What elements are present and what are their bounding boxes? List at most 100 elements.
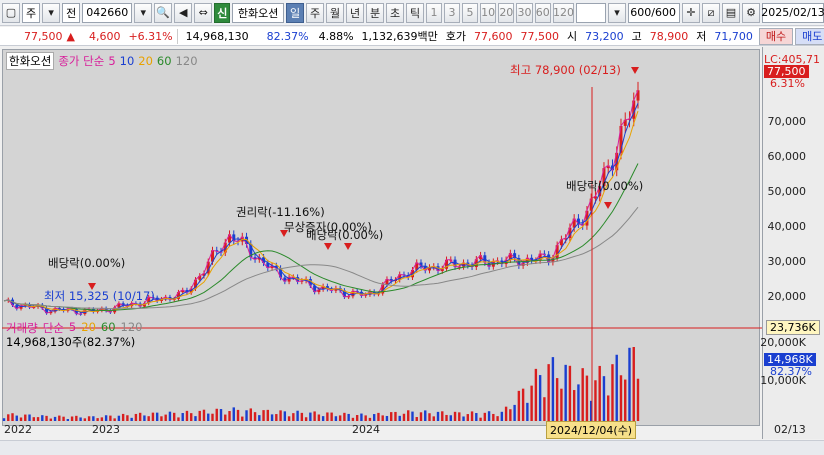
volume-bar (275, 414, 278, 421)
volume-bar (534, 368, 538, 421)
volume-bar (483, 412, 487, 421)
volume-bar (15, 415, 18, 421)
type-select[interactable]: 주 (22, 2, 41, 23)
volume-bar (572, 390, 576, 421)
volume-bar (385, 415, 389, 421)
volume-bar (32, 417, 35, 421)
period-tick-button[interactable]: 틱 (406, 2, 424, 23)
volume-bar (321, 416, 325, 421)
period-year-button[interactable]: 년 (346, 2, 364, 23)
volume-bar (121, 413, 125, 421)
scroll-bar[interactable] (0, 440, 824, 455)
volume-bar (100, 417, 104, 421)
period-minute-button[interactable]: 분 (366, 2, 384, 23)
interval-20-button[interactable]: 20 (498, 2, 515, 23)
volume-bar (462, 416, 465, 421)
turnover-rate: 4.88% (318, 29, 354, 43)
interval-60-button[interactable]: 60 (534, 2, 551, 23)
open-price: 73,200 (585, 29, 624, 43)
volume-bar (202, 409, 206, 421)
period-second-button[interactable]: 초 (386, 2, 404, 23)
price-change-pct: +6.31% (128, 29, 173, 43)
volume-bar (87, 416, 91, 421)
toolbar: ▢ 주 ▾ 전 042660 ▾ 🔍 ◀ ⇔ 신 한화오션 일 주 월 년 분 … (0, 0, 824, 26)
volume-bar (258, 415, 261, 421)
sell-button[interactable]: 매도 (795, 27, 824, 45)
volume-bar (164, 414, 167, 421)
volume-bar (190, 413, 193, 421)
x-label-2024: 2024 (352, 423, 380, 436)
arrows-icon[interactable]: ⇔ (194, 2, 213, 23)
volume-bar (334, 416, 338, 421)
interval-30-button[interactable]: 30 (516, 2, 533, 23)
count-input[interactable]: 600/600 (628, 2, 680, 23)
interval-10-button[interactable]: 10 (480, 2, 497, 23)
volume-bar (36, 417, 40, 421)
stock-name-field[interactable]: 한화오션 (232, 2, 284, 23)
search-icon[interactable]: 🔍 (154, 2, 173, 23)
volume-bar (266, 409, 270, 421)
volume-bar (526, 402, 529, 421)
interval-3-button[interactable]: 3 (444, 2, 460, 23)
interval-input[interactable] (576, 2, 606, 23)
volume-bar (432, 416, 435, 421)
volume-bar (134, 413, 138, 421)
volume-bar (245, 410, 248, 421)
speaker-icon[interactable]: ◀ (174, 2, 193, 23)
volume-bar (287, 416, 291, 421)
bid-label: 호가 (445, 30, 467, 43)
event-rights: 권리락(-11.16%) (236, 205, 325, 219)
volume-bar (326, 412, 329, 421)
volume-bar (45, 415, 48, 421)
x-label-2023: 2023 (92, 423, 120, 436)
gear-icon[interactable]: ⚙ (742, 2, 760, 23)
crosshair-icon[interactable]: ✛ (682, 2, 700, 23)
y-label-20000: 20,000 (767, 290, 807, 304)
interval-5-button[interactable]: 5 (462, 2, 478, 23)
chart-area[interactable]: 한화오션 종가 단순 5 10 20 60 120 최고 78,900 (02/… (0, 47, 824, 455)
volume-max-tag: 23,736K (766, 320, 820, 335)
volume-bar (185, 410, 189, 421)
volume-bar (11, 413, 14, 421)
volume-bar (66, 419, 70, 421)
volume-bar (449, 415, 452, 421)
volume-bar (581, 368, 584, 421)
interval-dropdown-icon[interactable]: ▾ (608, 2, 626, 23)
volume-bar (249, 408, 252, 421)
chart-settings-icon[interactable]: ⧄ (702, 2, 720, 23)
market-select[interactable]: 전 (62, 2, 81, 23)
volume-bar (309, 412, 312, 421)
volume-bar (445, 414, 448, 421)
chevron-down-icon[interactable]: ▾ (42, 2, 61, 23)
volume-bar (79, 417, 82, 421)
event-arrow-icon (344, 243, 352, 250)
event-arrow-icon (631, 67, 639, 74)
open-label: 시 (567, 30, 578, 43)
legend-type: 종가 단순 (58, 54, 105, 68)
volume-bar (53, 416, 57, 421)
volume-bar (372, 414, 376, 421)
buy-button[interactable]: 매수 (758, 27, 794, 45)
menu-icon[interactable]: ▢ (2, 2, 20, 23)
save-icon[interactable]: ▤ (722, 2, 740, 23)
price-chart[interactable] (2, 47, 762, 439)
period-month-button[interactable]: 월 (326, 2, 344, 23)
date-field[interactable]: 2025/02/13 (761, 2, 824, 23)
volume-bar (424, 410, 427, 421)
volume-bar (232, 407, 235, 421)
volume-bar (58, 415, 61, 421)
period-week-button[interactable]: 주 (306, 2, 324, 23)
dropdown-icon[interactable]: ▾ (134, 2, 153, 23)
interval-120-button[interactable]: 120 (552, 2, 575, 23)
volume-info: 14,968,130주(82.37%) (6, 335, 136, 349)
period-day-button[interactable]: 일 (286, 2, 304, 23)
event-dividend-1: 배당락(0.00%) (48, 256, 126, 270)
stock-code-input[interactable]: 042660 (82, 2, 133, 23)
volume-bar (347, 413, 350, 421)
volume-bar (219, 409, 223, 421)
volume-bar (555, 378, 559, 421)
volume-bar (215, 408, 218, 421)
interval-1-button[interactable]: 1 (426, 2, 442, 23)
volume-bar (611, 364, 614, 421)
volume-bar (147, 416, 150, 421)
